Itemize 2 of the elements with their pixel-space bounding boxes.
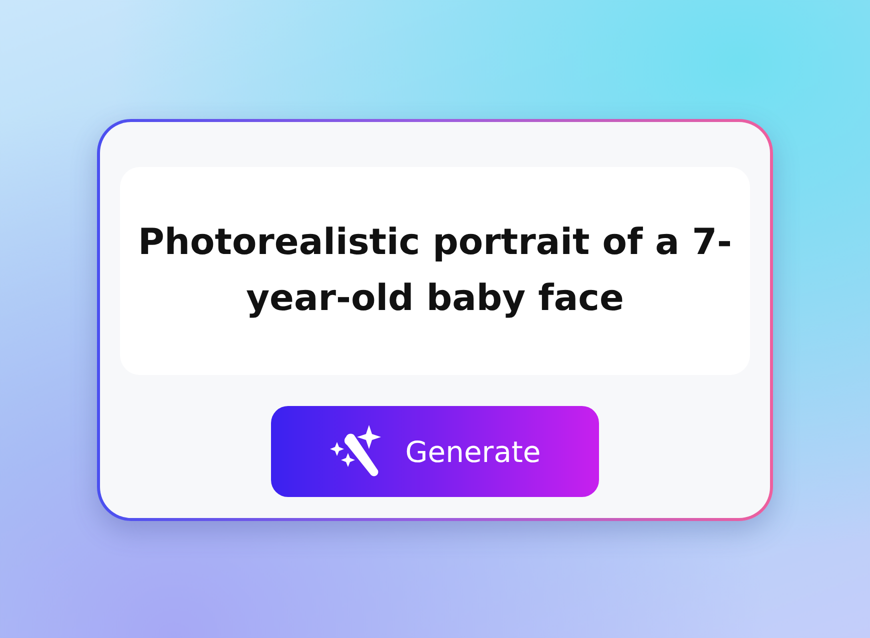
prompt-text: Photorealistic portrait of a 7-year-old baby face <box>136 221 734 321</box>
generate-button[interactable]: Generate <box>271 406 599 497</box>
